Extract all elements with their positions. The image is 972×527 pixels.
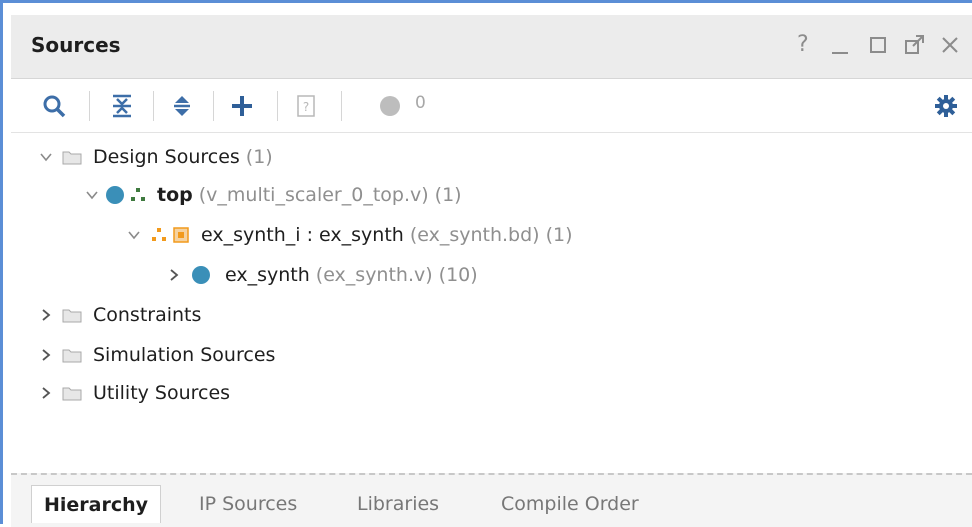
tree-item-label: Utility Sources [93, 382, 231, 404]
bd-file-icon [173, 227, 189, 243]
float-icon[interactable] [903, 31, 927, 59]
ip-info-icon[interactable]: ? [289, 89, 323, 123]
chevron-right-icon[interactable] [35, 307, 57, 323]
folder-icon [61, 385, 83, 401]
chevron-down-icon[interactable] [123, 227, 145, 243]
toolbar-divider [213, 91, 214, 121]
tree-item-label: Design Sources [93, 146, 240, 168]
view-tabs-bar: Hierarchy IP Sources Libraries Compile O… [11, 473, 972, 527]
tree-item-count: (1) [434, 184, 462, 206]
maximize-icon[interactable] [867, 31, 889, 59]
tree-item-count: (1) [545, 224, 573, 246]
sources-tree: Design Sources (1) top (v_multi_scaler_0… [11, 135, 972, 465]
panel-title: Sources [31, 33, 121, 57]
tree-item-constraints[interactable]: Constraints [35, 295, 201, 335]
tree-item-file: (v_multi_scaler_0_top.v) [198, 184, 429, 206]
tab-hierarchy[interactable]: Hierarchy [31, 485, 162, 523]
folder-icon [61, 307, 83, 323]
tree-item-count: (1) [245, 146, 273, 168]
tab-compile-order[interactable]: Compile Order [489, 485, 651, 523]
search-icon[interactable] [37, 89, 71, 123]
tree-item-file: (ex_synth.v) [315, 264, 433, 286]
tree-item-utility-sources[interactable]: Utility Sources [35, 373, 230, 413]
chevron-down-icon[interactable] [81, 187, 103, 203]
add-sources-icon[interactable] [225, 89, 259, 123]
tree-item-simulation-sources[interactable]: Simulation Sources [35, 335, 275, 375]
toolbar-divider [341, 91, 342, 121]
panel-titlebar: Sources ? [11, 15, 972, 79]
block-design-icon [149, 226, 169, 244]
tree-item-ex-synth[interactable]: ex_synth (ex_synth.v) (10) [163, 255, 478, 295]
tree-item-count: (10) [438, 264, 478, 286]
tree-item-label: ex_synth [225, 264, 310, 286]
toolbar-divider [89, 91, 90, 121]
tree-item-label: Simulation Sources [93, 344, 276, 366]
tree-item-ex-synth-i[interactable]: ex_synth_i : ex_synth (ex_synth.bd) (1) [123, 215, 573, 255]
gear-icon[interactable] [929, 89, 963, 123]
status-count: 0 [415, 93, 426, 113]
tree-item-top[interactable]: top (v_multi_scaler_0_top.v) (1) [81, 175, 462, 215]
chevron-down-icon[interactable] [35, 149, 57, 165]
chevron-right-icon[interactable] [35, 347, 57, 363]
hierarchy-top-icon [129, 186, 147, 204]
close-icon[interactable] [939, 31, 961, 59]
tab-ip-sources[interactable]: IP Sources [187, 485, 309, 523]
collapse-all-icon[interactable] [105, 89, 139, 123]
help-button[interactable]: ? [797, 31, 809, 59]
tree-item-label: top [157, 184, 193, 206]
minimize-icon[interactable] [829, 31, 851, 59]
folder-icon [61, 347, 83, 363]
tree-item-label: Constraints [93, 304, 202, 326]
tab-libraries[interactable]: Libraries [345, 485, 451, 523]
toolbar-divider [277, 91, 278, 121]
svg-text:?: ? [303, 100, 309, 114]
chevron-right-icon[interactable] [35, 385, 57, 401]
folder-icon [61, 149, 83, 165]
status-dot-icon[interactable] [373, 89, 407, 123]
module-dot-icon [105, 185, 125, 205]
tree-item-label: ex_synth_i : ex_synth [201, 224, 404, 246]
sources-panel: Sources ? ? 0 Design Sources (1) top (v_… [0, 0, 972, 527]
chevron-right-icon[interactable] [163, 267, 185, 283]
sources-toolbar: ? 0 [11, 79, 972, 133]
tree-item-file: (ex_synth.bd) [409, 224, 540, 246]
tree-item-design-sources[interactable]: Design Sources (1) [35, 137, 273, 177]
module-dot-icon [191, 265, 211, 285]
expand-all-icon[interactable] [165, 89, 199, 123]
toolbar-divider [153, 91, 154, 121]
